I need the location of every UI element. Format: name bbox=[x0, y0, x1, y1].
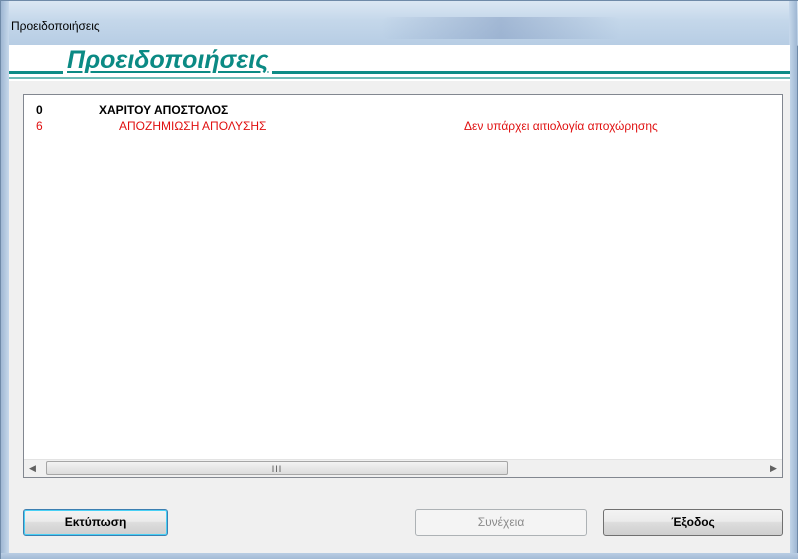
page-title: Προειδοποιήσεις bbox=[63, 46, 273, 75]
warnings-list[interactable]: 0 ΧΑΡΙΤΟΥ ΑΠΟΣΤΟΛΟΣ 6 ΑΠΟΖΗΜΙΩΣΗ ΑΠΟΛΥΣΗ… bbox=[23, 94, 783, 478]
list-item[interactable]: 0 ΧΑΡΙΤΟΥ ΑΠΟΣΤΟΛΟΣ bbox=[24, 102, 764, 118]
continue-button[interactable]: Συνέχεια bbox=[415, 509, 587, 536]
window-frame-right bbox=[789, 1, 797, 559]
horizontal-scrollbar[interactable]: ◀ III ▶ bbox=[24, 459, 782, 477]
scroll-left-icon[interactable]: ◀ bbox=[24, 460, 41, 477]
header-divider-secondary bbox=[9, 77, 790, 79]
list-item-name: ΑΠΟΖΗΜΙΩΣΗ ΑΠΟΛΥΣΗΣ bbox=[119, 119, 267, 133]
list-item-name: ΧΑΡΙΤΟΥ ΑΠΟΣΤΟΛΟΣ bbox=[99, 103, 229, 117]
list-item-code: 6 bbox=[36, 119, 43, 133]
print-button[interactable]: Εκτύπωση bbox=[23, 509, 168, 536]
title-bar[interactable]: Προειδοποιήσεις bbox=[1, 1, 798, 46]
scrollbar-thumb[interactable]: III bbox=[46, 461, 508, 475]
grip-icon: III bbox=[271, 464, 283, 474]
window-frame-bottom bbox=[1, 553, 798, 559]
exit-button[interactable]: Έξοδος bbox=[603, 509, 783, 536]
window-frame-left bbox=[1, 1, 9, 559]
window-title: Προειδοποιήσεις bbox=[11, 19, 100, 33]
list-item-message: Δεν υπάρχει αιτιολογία αποχώρησης bbox=[464, 119, 658, 133]
dialog-window: Προειδοποιήσεις Προειδοποιήσεις 0 ΧΑΡΙΤΟ… bbox=[0, 0, 798, 559]
list-item[interactable]: 6 ΑΠΟΖΗΜΙΩΣΗ ΑΠΟΛΥΣΗΣ Δεν υπάρχει αιτιολ… bbox=[24, 118, 764, 134]
title-bar-glass bbox=[381, 17, 621, 39]
list-item-code: 0 bbox=[36, 103, 43, 117]
scroll-right-icon[interactable]: ▶ bbox=[765, 460, 782, 477]
